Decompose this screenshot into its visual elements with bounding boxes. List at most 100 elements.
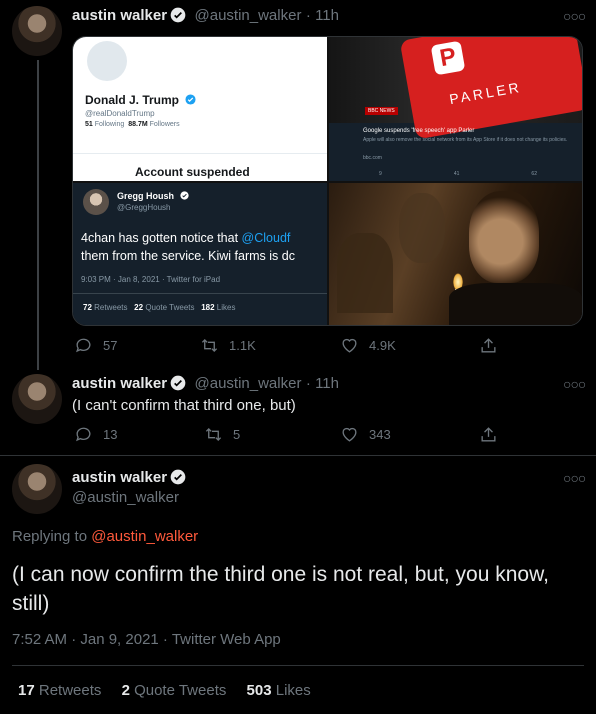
bbc-badge: BBC NEWS [365, 107, 398, 115]
profile-name-row: Donald J. Trump [85, 93, 196, 107]
share-button[interactable] [479, 336, 498, 355]
divider [0, 455, 596, 456]
retweet-button[interactable]: 5 [204, 425, 240, 444]
tweet-media-grid[interactable]: Donald J. Trump @realDonaldTrump 51 Foll… [72, 36, 583, 326]
avatar[interactable] [12, 374, 62, 424]
verified-icon [170, 469, 186, 485]
more-icon[interactable]: ○○○ [563, 470, 586, 486]
tweet-time[interactable]: · 11h [306, 375, 339, 392]
profile-avatar [87, 41, 127, 81]
news-like-count: 62 [531, 171, 537, 177]
likes-stat[interactable]: 503 Likes [247, 682, 311, 699]
verified-icon [170, 7, 186, 23]
parler-logo-icon: P [430, 40, 466, 76]
share-button[interactable] [479, 425, 498, 444]
retweet-icon [205, 428, 222, 441]
gregg-mention: @Cloudf [241, 231, 291, 245]
gregg-text-b: them from the service. Kiwi farms is dc [81, 249, 295, 263]
tweet-header: austin walker @austin_walker · 11h [72, 7, 339, 25]
verified-icon [179, 191, 189, 200]
media-parler-news[interactable]: P PARLER BBC NEWS Google suspends 'free … [329, 37, 582, 181]
gregg-avatar [83, 189, 109, 215]
gregg-like-label: Likes [216, 303, 236, 312]
news-headline: Google suspends 'free speech' app Parler [363, 128, 475, 134]
quotes-stat[interactable]: 2 Quote Tweets [122, 682, 227, 699]
replying-mention[interactable]: @austin_walker [91, 528, 198, 545]
gregg-text: 4chan has gotten notice that @Cloudf the… [81, 229, 327, 265]
retweet-icon [201, 339, 218, 352]
following-count: 51 [85, 121, 93, 128]
profile-divider [73, 153, 327, 154]
more-icon[interactable]: ○○○ [563, 8, 586, 24]
account-suspended: Account suspended [135, 165, 250, 179]
reply-icon [76, 427, 91, 442]
more-icon[interactable]: ○○○ [563, 376, 586, 392]
replying-to: Replying to @austin_walker [12, 528, 198, 545]
gregg-qt-label: Quote Tweets [145, 303, 195, 312]
tweet-header: austin walker @austin_walker · 11h [72, 375, 339, 393]
profile-name: Donald J. Trump [85, 93, 180, 107]
reply-button[interactable]: 13 [74, 425, 117, 444]
gregg-name-row: Gregg Housh [117, 191, 189, 201]
author-name[interactable]: austin walker [72, 7, 167, 24]
tweet-header: austin walker [72, 469, 186, 487]
thread-line [37, 60, 39, 370]
avatar[interactable] [12, 6, 62, 56]
divider [12, 665, 584, 666]
gregg-meta: 9:03 PM · Jan 8, 2021 · Twitter for iPad [81, 275, 221, 284]
retweet-button[interactable]: 1.1K [200, 336, 256, 355]
news-sub: Apple will also remove the social networ… [363, 137, 568, 143]
likes-label: Likes [275, 682, 311, 699]
gregg-like-num: 182 [201, 303, 215, 312]
media-gregg-tweet[interactable]: Gregg Housh @GreggHoush 4chan has gotten… [73, 183, 327, 325]
tweet-text: (I can now confirm the third one is not … [12, 563, 549, 615]
retweets-label: Retweets [38, 682, 102, 699]
tweet-text: (I can't confirm that third one, but) [72, 397, 296, 414]
heart-icon [342, 427, 357, 442]
gregg-divider [73, 293, 327, 294]
man-suit [449, 283, 582, 325]
author-handle[interactable]: @austin_walker [195, 7, 302, 24]
gregg-qt-num: 22 [134, 303, 144, 312]
followers-count: 88.7M [128, 121, 148, 128]
profile-stats: 51 Following 88.7M Followers [85, 121, 180, 128]
reply-button[interactable]: 57 [74, 336, 117, 355]
retweets-num: 17 [18, 682, 35, 699]
retweet-count: 1.1K [229, 338, 256, 353]
reply-count: 57 [103, 338, 118, 353]
tweet-time[interactable]: · 11h [306, 7, 339, 24]
avatar[interactable] [12, 464, 62, 514]
bg-figure [337, 233, 393, 313]
author-handle[interactable]: @austin_walker [72, 489, 179, 506]
replying-prefix: Replying to [12, 528, 92, 545]
gregg-name: Gregg Housh [117, 191, 175, 201]
news-reply-count: 9 [379, 171, 382, 177]
author-name[interactable]: austin walker [72, 469, 167, 486]
like-count: 4.9K [369, 338, 396, 353]
share-icon [481, 338, 496, 353]
author-handle[interactable]: @austin_walker [195, 375, 302, 392]
quotes-num: 2 [121, 682, 130, 699]
retweet-count: 5 [233, 427, 241, 442]
media-godfather-still[interactable] [329, 183, 582, 325]
retweets-stat[interactable]: 17 Retweets [18, 682, 101, 699]
quotes-label: Quote Tweets [134, 682, 227, 699]
like-count: 343 [369, 427, 391, 442]
share-icon [481, 427, 496, 442]
author-name[interactable]: austin walker [72, 375, 167, 392]
engagement-stats: 17 Retweets 2 Quote Tweets 503 Likes [18, 682, 311, 699]
like-button[interactable]: 4.9K [340, 336, 396, 355]
following-label: Following [94, 121, 125, 128]
news-rt-count: 41 [453, 171, 460, 177]
like-button[interactable]: 343 [340, 425, 391, 444]
followers-label: Followers [149, 121, 180, 128]
profile-handle: @realDonaldTrump [85, 109, 155, 118]
tweet-meta[interactable]: 7:52 AM · Jan 9, 2021 · Twitter Web App [12, 631, 281, 648]
media-trump-profile[interactable]: Donald J. Trump @realDonaldTrump 51 Foll… [73, 37, 327, 181]
likes-num: 503 [246, 682, 272, 699]
gregg-stats: 72 Retweets 22 Quote Tweets 182 Likes [83, 303, 235, 312]
gregg-rt-num: 72 [83, 303, 92, 312]
gregg-rt-label: Retweets [94, 303, 128, 312]
gregg-text-a: 4chan has gotten notice that [81, 231, 242, 245]
man-head [469, 191, 539, 283]
